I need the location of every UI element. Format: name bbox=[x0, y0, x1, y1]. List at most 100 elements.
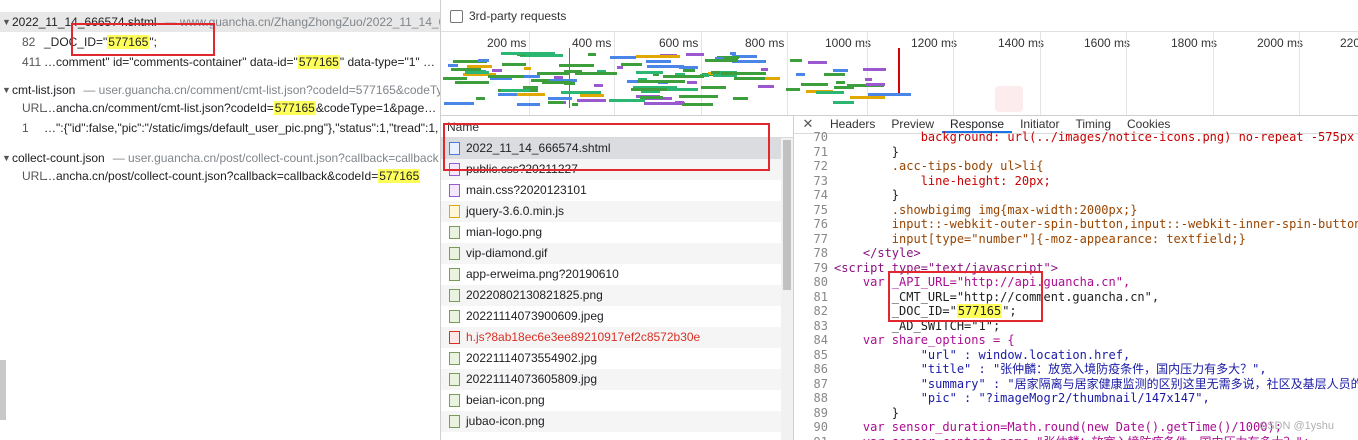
request-row[interactable]: h.js?8ab18ec6e3ee89210917ef2c8572b30e bbox=[441, 327, 793, 348]
image-icon bbox=[449, 247, 460, 260]
timeline-tick-label: 800 ms bbox=[745, 36, 785, 50]
search-result-file[interactable]: ▼ 2022_11_14_666574.shtml — www.guancha.cn… bbox=[0, 12, 440, 32]
request-name: jquery-3.6.0.min.js bbox=[466, 204, 565, 218]
code-text: input[type="number"]{-moz-appearance: te… bbox=[834, 231, 1246, 246]
third-party-checkbox[interactable] bbox=[450, 9, 463, 23]
code-line: 75 .showbigimg img{max-width:2000px;} bbox=[794, 203, 1358, 218]
waterfall-bar bbox=[796, 73, 805, 76]
waterfall-bar bbox=[675, 101, 684, 104]
waterfall-bar bbox=[467, 65, 492, 68]
code-line-number: 83 bbox=[813, 318, 828, 333]
code-text: var sensor_duration=Math.round(new Date(… bbox=[834, 420, 1282, 434]
timeline-gridline bbox=[867, 32, 868, 116]
image-icon bbox=[449, 373, 460, 386]
match-line-number: 411 bbox=[22, 55, 42, 69]
code-line-number: 77 bbox=[813, 231, 828, 246]
code-line: 80 var _API_URL="http://api.guancha.cn", bbox=[794, 275, 1358, 290]
waterfall-bar bbox=[501, 89, 530, 92]
waterfall-bar bbox=[617, 66, 623, 69]
code-line-number: 76 bbox=[813, 217, 828, 231]
code-text: _DOC_ID=" bbox=[834, 304, 957, 318]
search-match-line[interactable]: 411 …comment" id="comments-container" dat… bbox=[0, 52, 440, 72]
waterfall-bar bbox=[701, 86, 726, 89]
code-text: background: url(../images/notice-icons.p… bbox=[834, 130, 1358, 144]
request-name: 20221114073900609.jpeg bbox=[466, 309, 604, 323]
search-results-panel: ▼ 2022_11_14_666574.shtml — www.guancha.cn… bbox=[0, 0, 441, 440]
request-row[interactable]: main.css?2020123101 bbox=[441, 180, 793, 201]
waterfall-bar bbox=[621, 63, 642, 66]
search-results-scrollbar[interactable] bbox=[0, 360, 6, 420]
request-row[interactable]: 2022_11_14_666574.shtml bbox=[441, 138, 793, 159]
request-name: 20221114073554902.jpg bbox=[466, 351, 598, 365]
code-text: _CMT_URL="http://comment.guancha.cn", bbox=[834, 289, 1160, 304]
request-name: mian-logo.png bbox=[466, 225, 543, 239]
waterfall-bar bbox=[824, 73, 845, 76]
code-text: } bbox=[834, 144, 900, 159]
name-column-header[interactable]: Name bbox=[441, 116, 793, 138]
request-row[interactable]: 20221114073900609.jpeg bbox=[441, 306, 793, 327]
search-match-line[interactable]: URL…ancha.cn/post/collect-count.json?cal… bbox=[0, 166, 440, 186]
waterfall-bar bbox=[631, 88, 667, 91]
response-panel: ✕ Headers Preview Response Initiator Timing C… bbox=[793, 115, 1358, 440]
waterfall-bar bbox=[580, 94, 604, 97]
third-party-requests-filter[interactable]: 3rd-party requests bbox=[450, 8, 566, 24]
code-text: var _API_URL="http://api.guancha.cn", bbox=[834, 275, 1131, 289]
waterfall-bar bbox=[683, 69, 695, 72]
request-row[interactable]: 20221114073554902.jpg bbox=[441, 348, 793, 369]
request-row[interactable]: vip-diamond.gif bbox=[441, 243, 793, 264]
code-line-number: 75 bbox=[813, 202, 828, 217]
search-result-file[interactable]: ▼ cmt-list.json — user.guancha.cn/comment/… bbox=[0, 80, 440, 100]
code-text: <script type="text/javascript"> bbox=[834, 260, 1058, 275]
document-icon bbox=[449, 142, 460, 155]
match-highlight: 577165 bbox=[107, 35, 150, 49]
expand-triangle-icon[interactable]: ▼ bbox=[2, 12, 11, 32]
code-text: .acc-tips-body ul>li{ bbox=[834, 159, 1044, 173]
request-row[interactable]: public.css?20211227 bbox=[441, 159, 793, 180]
waterfall-bar bbox=[443, 77, 467, 80]
request-row[interactable]: jubao-icon.png bbox=[441, 411, 793, 432]
waterfall-bar bbox=[548, 97, 572, 100]
code-line-number: 73 bbox=[813, 173, 828, 188]
request-row[interactable]: 20221114073605809.jpg bbox=[441, 369, 793, 390]
match-highlight: 577165 bbox=[297, 55, 340, 69]
waterfall-bar bbox=[476, 97, 485, 100]
waterfall-bar bbox=[733, 97, 748, 100]
search-match-line[interactable]: 82 _DOC_ID="577165"; bbox=[0, 32, 440, 52]
search-result-filename: collect-count.json bbox=[12, 151, 105, 165]
request-name: vip-diamond.gif bbox=[466, 246, 548, 260]
waterfall-bar bbox=[647, 65, 684, 68]
code-line-number: 82 bbox=[813, 304, 828, 318]
waterfall-bar bbox=[554, 76, 563, 79]
waterfall-bar bbox=[502, 63, 526, 66]
code-line-number: 88 bbox=[813, 391, 828, 405]
request-row[interactable]: 20220802130821825.png bbox=[441, 285, 793, 306]
code-text: "summary" : "居家隔离与居家健康监测的区别这里无需多说，社区及基层人… bbox=[834, 376, 1358, 391]
timeline-gridline bbox=[1299, 32, 1300, 116]
match-line-number: URL bbox=[22, 169, 47, 183]
waterfall-bar bbox=[758, 85, 774, 88]
timeline-gridline bbox=[953, 32, 954, 116]
expand-triangle-icon[interactable]: ▼ bbox=[2, 80, 11, 100]
code-text: </style> bbox=[834, 246, 921, 260]
code-line: 84 var share_options = { bbox=[794, 333, 1358, 348]
search-result-filename: cmt-list.json bbox=[12, 83, 76, 97]
request-row[interactable]: jquery-3.6.0.min.js bbox=[441, 201, 793, 222]
search-result-file[interactable]: ▼ collect-count.json — user.guancha.cn/pos… bbox=[0, 148, 440, 168]
request-row[interactable]: beian-icon.png bbox=[441, 390, 793, 411]
search-match-line[interactable]: 1 …":{"id":false,"pic":"/static/imgs/defa… bbox=[0, 118, 440, 138]
waterfall-bar bbox=[836, 81, 845, 84]
code-line-number: 72 bbox=[813, 159, 828, 173]
timeline-tick-label: 1200 ms bbox=[911, 36, 958, 50]
waterfall-bar bbox=[637, 80, 643, 83]
code-line-number: 81 bbox=[813, 289, 828, 304]
expand-triangle-icon[interactable]: ▼ bbox=[2, 148, 11, 168]
request-list-scrollbar[interactable] bbox=[783, 140, 791, 290]
request-row[interactable]: mian-logo.png bbox=[441, 222, 793, 243]
search-match-line[interactable]: URL…ancha.cn/comment/cmt-list.json?codeI… bbox=[0, 98, 440, 118]
waterfall-bar bbox=[643, 80, 685, 83]
request-row[interactable]: app-erweima.png?20190610 bbox=[441, 264, 793, 285]
request-name: 2022_11_14_666574.shtml bbox=[466, 141, 611, 155]
waterfall-bar bbox=[524, 67, 531, 70]
search-result-url: — user.guancha.cn/post/collect-count.jso… bbox=[112, 151, 439, 165]
waterfall-bar bbox=[801, 83, 828, 86]
